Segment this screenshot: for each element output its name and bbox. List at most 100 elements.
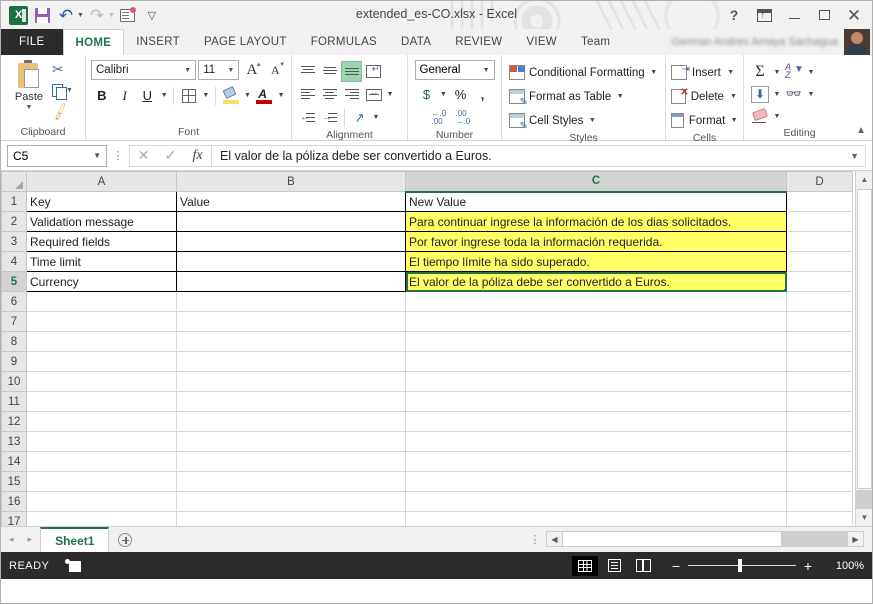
borders-button[interactable]: [178, 85, 200, 107]
cell-a14[interactable]: [26, 451, 177, 472]
cell-d3[interactable]: [786, 231, 853, 252]
cell-d12[interactable]: [786, 411, 853, 432]
copy-dropdown-icon[interactable]: ▼: [66, 87, 73, 94]
cell-a5[interactable]: Currency: [26, 271, 177, 292]
cell-b17[interactable]: [176, 511, 406, 526]
accounting-dropdown-icon[interactable]: ▼: [439, 91, 449, 98]
find-select-button[interactable]: 👓: [783, 84, 805, 105]
cell-a17[interactable]: [26, 511, 177, 526]
orientation-dropdown-icon[interactable]: ▼: [371, 114, 381, 121]
paste-dropdown-icon[interactable]: ▼: [26, 104, 33, 111]
column-header-b[interactable]: B: [176, 171, 406, 192]
row-header-15[interactable]: 15: [1, 471, 27, 492]
next-sheet-icon[interactable]: ▸: [28, 534, 33, 545]
cell-b8[interactable]: [176, 331, 406, 352]
cancel-icon[interactable]: ✕: [130, 146, 157, 166]
name-box[interactable]: C5 ▼: [7, 144, 107, 167]
cell-c2[interactable]: Para continuar ingrese la información de…: [405, 211, 787, 232]
close-icon[interactable]: ✕: [840, 3, 868, 27]
collapse-ribbon-icon[interactable]: ▲: [856, 125, 866, 136]
format-as-table-dropdown-icon[interactable]: ▼: [615, 93, 625, 100]
scroll-left-icon[interactable]: ◀: [547, 532, 562, 546]
cell-c6[interactable]: [405, 291, 787, 312]
undo-icon[interactable]: ↶: [55, 4, 77, 26]
sort-filter-button[interactable]: A Z ▼: [783, 62, 805, 83]
paste-button[interactable]: Paste ▼: [6, 58, 52, 126]
format-cells-button[interactable]: Format ▼: [671, 109, 738, 132]
cell-b7[interactable]: [176, 311, 406, 332]
cell-a9[interactable]: [26, 351, 177, 372]
number-format-select[interactable]: General ▼: [414, 60, 495, 80]
cell-d8[interactable]: [786, 331, 853, 352]
sort-filter-dropdown-icon[interactable]: ▼: [806, 69, 816, 76]
vertical-scroll-thumb[interactable]: [857, 189, 872, 489]
cell-d1[interactable]: [786, 191, 853, 212]
autosum-dropdown-icon[interactable]: ▼: [772, 69, 782, 76]
tab-insert[interactable]: INSERT: [124, 29, 192, 55]
cell-d5[interactable]: [786, 271, 853, 292]
merge-center-button[interactable]: [363, 84, 384, 105]
horizontal-scroll-track[interactable]: [782, 532, 848, 546]
enter-icon[interactable]: ✓: [157, 146, 184, 166]
zoom-control[interactable]: − +: [670, 558, 814, 574]
customize-quick-access-icon[interactable]: ▽: [141, 4, 163, 26]
wrap-text-button[interactable]: [363, 61, 384, 82]
touch-mode-icon[interactable]: [117, 4, 139, 26]
cell-c10[interactable]: [405, 371, 787, 392]
row-header-17[interactable]: 17: [1, 511, 27, 526]
increase-font-size-button[interactable]: A: [241, 60, 262, 80]
copy-button[interactable]: ▼: [52, 81, 73, 100]
scroll-down-icon[interactable]: ▼: [856, 509, 872, 526]
comma-style-button[interactable]: ,: [473, 84, 493, 105]
cell-a6[interactable]: [26, 291, 177, 312]
save-icon[interactable]: [31, 4, 53, 26]
merge-dropdown-icon[interactable]: ▼: [385, 91, 395, 98]
percent-style-button[interactable]: %: [451, 84, 471, 105]
worksheet-grid[interactable]: A B C D 1 Key Value New Value 2 Validati…: [1, 171, 872, 526]
vertical-scroll-track[interactable]: [856, 490, 872, 509]
cell-a12[interactable]: [26, 411, 177, 432]
cell-b6[interactable]: [176, 291, 406, 312]
row-header-10[interactable]: 10: [1, 371, 27, 392]
zoom-in-icon[interactable]: +: [802, 558, 814, 574]
cell-c4[interactable]: El tiempo límite ha sido superado.: [405, 251, 787, 272]
clear-dropdown-icon[interactable]: ▼: [772, 113, 782, 120]
cell-c8[interactable]: [405, 331, 787, 352]
horizontal-scroll-thumb[interactable]: [562, 532, 782, 546]
cell-a1[interactable]: Key: [26, 191, 177, 212]
align-right-button[interactable]: [341, 84, 362, 105]
page-break-preview-button[interactable]: [630, 556, 656, 576]
increase-decimal-button[interactable]: ←.0.00: [432, 109, 454, 126]
cell-b14[interactable]: [176, 451, 406, 472]
conditional-formatting-button[interactable]: Conditional Formatting ▼: [507, 61, 660, 84]
cell-c12[interactable]: [405, 411, 787, 432]
cell-a8[interactable]: [26, 331, 177, 352]
cell-c15[interactable]: [405, 471, 787, 492]
bold-button[interactable]: B: [91, 85, 113, 107]
minimize-icon[interactable]: [780, 3, 808, 27]
cell-a3[interactable]: Required fields: [26, 231, 177, 252]
insert-dropdown-icon[interactable]: ▼: [726, 69, 736, 76]
excel-app-icon[interactable]: X: [7, 4, 29, 26]
delete-cells-button[interactable]: Delete ▼: [671, 85, 738, 108]
cell-b4[interactable]: [176, 251, 406, 272]
cell-a15[interactable]: [26, 471, 177, 492]
font-size-dropdown-icon[interactable]: ▼: [227, 67, 234, 74]
number-format-dropdown-icon[interactable]: ▼: [483, 67, 490, 74]
row-header-3[interactable]: 3: [1, 231, 27, 252]
tab-view[interactable]: VIEW: [514, 29, 569, 55]
column-header-c[interactable]: C: [405, 171, 787, 193]
horizontal-scrollbar[interactable]: ◀ ▶: [546, 531, 864, 547]
format-painter-button[interactable]: 🖌: [50, 101, 73, 121]
sheet-nav-buttons[interactable]: ◂ ▸: [1, 527, 40, 552]
tab-data[interactable]: DATA: [389, 29, 443, 55]
cell-c11[interactable]: [405, 391, 787, 412]
zoom-slider-track[interactable]: [688, 558, 796, 572]
cell-d9[interactable]: [786, 351, 853, 372]
cell-d2[interactable]: [786, 211, 853, 232]
font-color-button[interactable]: A: [253, 85, 275, 107]
cell-d13[interactable]: [786, 431, 853, 452]
cell-b3[interactable]: [176, 231, 406, 252]
cell-d15[interactable]: [786, 471, 853, 492]
ribbon-display-options-icon[interactable]: [750, 3, 778, 27]
